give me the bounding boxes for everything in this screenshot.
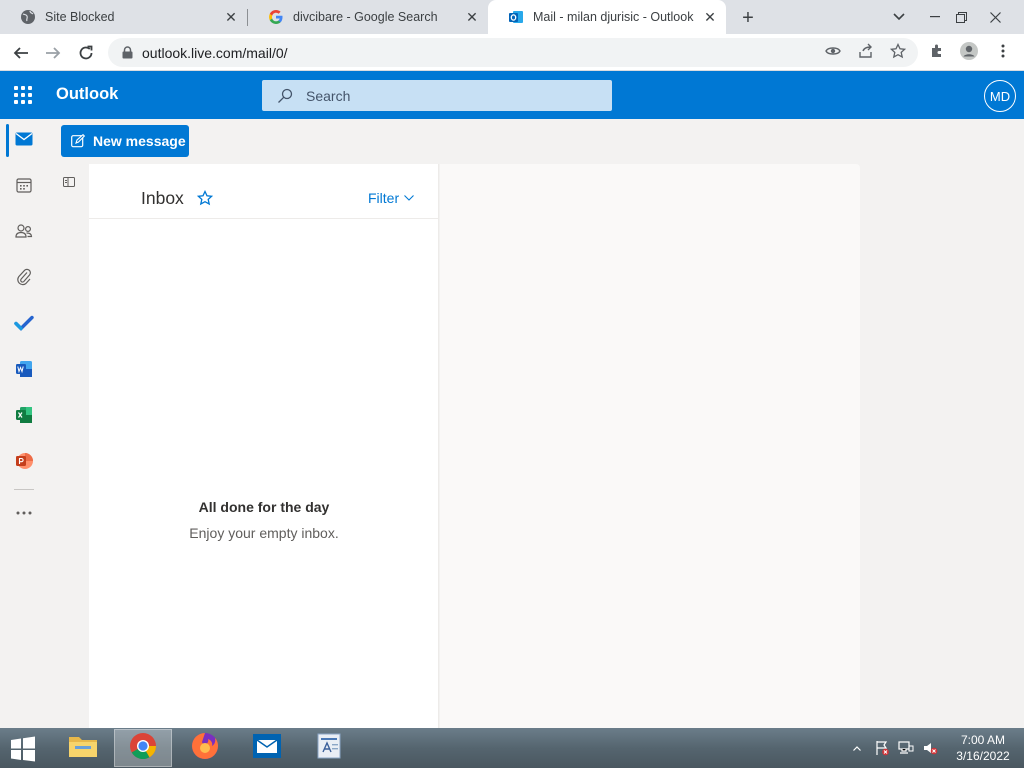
close-icon[interactable]: ✕	[464, 9, 480, 25]
taskbar-mail[interactable]	[238, 729, 296, 767]
start-button[interactable]	[8, 736, 38, 762]
rail-todo[interactable]	[0, 305, 48, 345]
windows-taskbar: 7:00 AM 3/16/2022	[0, 728, 1024, 768]
rail-word[interactable]	[0, 351, 48, 391]
browser-toolbar: outlook.live.com/mail/0/	[0, 34, 1024, 71]
taskbar-chrome[interactable]	[114, 729, 172, 767]
tab-title: Mail - milan djurisic - Outlook	[533, 10, 694, 24]
show-hidden-icons-chevron-icon[interactable]	[850, 728, 864, 768]
rail-calendar[interactable]	[0, 167, 48, 207]
search-input[interactable]	[306, 87, 596, 104]
outlook-icon	[508, 9, 524, 25]
mail-icon	[15, 132, 33, 151]
mail-app-icon	[252, 732, 282, 765]
address-bar[interactable]: outlook.live.com/mail/0/	[108, 38, 918, 67]
lock-icon[interactable]	[120, 46, 134, 60]
outlook-header: Outlook	[0, 71, 1024, 119]
clock-date: 3/16/2022	[956, 749, 1010, 763]
system-clock[interactable]: 7:00 AM 3/16/2022	[948, 732, 1018, 764]
tab-google-search[interactable]: divcibare - Google Search ✕	[248, 0, 488, 34]
wordpad-icon	[315, 732, 343, 765]
more-icon	[16, 502, 32, 520]
network-icon[interactable]	[896, 728, 916, 768]
rail-mail[interactable]	[0, 121, 48, 161]
forward-button[interactable]	[40, 40, 66, 66]
powerpoint-icon	[15, 452, 33, 475]
search-icon	[276, 87, 294, 105]
folder-title: Inbox	[141, 188, 184, 208]
word-icon	[15, 360, 33, 383]
action-center-flag-icon[interactable]	[872, 728, 892, 768]
rail-divider	[14, 489, 34, 490]
avatar[interactable]: MD	[984, 80, 1016, 112]
rail-powerpoint[interactable]	[0, 443, 48, 483]
new-tab-button[interactable]: +	[737, 7, 759, 29]
new-message-label: New message	[93, 133, 186, 149]
bookmark-star-icon[interactable]	[887, 40, 909, 62]
compose-icon	[71, 134, 85, 148]
url-text: outlook.live.com/mail/0/	[142, 44, 288, 61]
search-box[interactable]	[262, 80, 612, 111]
favorite-star-icon[interactable]	[196, 189, 214, 206]
tab-title: divcibare - Google Search	[293, 10, 438, 24]
rail-people[interactable]	[0, 213, 48, 253]
new-message-button[interactable]: New message	[61, 125, 189, 157]
restore-button[interactable]	[944, 0, 978, 34]
clock-time: 7:00 AM	[960, 733, 1006, 747]
attachment-icon	[17, 268, 31, 291]
reload-button[interactable]	[73, 40, 99, 66]
taskbar-firefox[interactable]	[176, 729, 234, 767]
filter-label: Filter	[368, 190, 400, 206]
expand-folder-pane-icon[interactable]	[63, 175, 75, 187]
menu-icon[interactable]	[992, 40, 1014, 62]
tab-title: Site Blocked	[45, 10, 115, 24]
reading-pane	[440, 164, 860, 728]
empty-state-title: All done for the day	[198, 499, 330, 515]
back-button[interactable]	[8, 40, 34, 66]
rail-more[interactable]	[0, 491, 48, 531]
excel-icon	[15, 406, 33, 429]
globe-icon	[20, 9, 36, 25]
brand-title[interactable]: Outlook	[56, 85, 118, 104]
filter-button[interactable]: Filter	[368, 190, 415, 206]
tab-search-chevron-icon[interactable]	[882, 0, 916, 34]
firefox-icon	[190, 731, 220, 766]
tab-site-blocked[interactable]: Site Blocked ✕	[0, 0, 247, 34]
chevron-down-icon	[404, 193, 415, 203]
share-icon[interactable]	[855, 40, 877, 62]
close-icon[interactable]: ✕	[223, 9, 239, 25]
todo-icon	[14, 315, 34, 336]
tab-outlook-mail[interactable]: Mail - milan djurisic - Outlook ✕	[488, 0, 726, 34]
google-icon	[268, 9, 284, 25]
message-list: Inbox Filter All done for the day Enjoy …	[89, 164, 439, 728]
people-icon	[15, 223, 33, 244]
taskbar-file-explorer[interactable]	[54, 729, 112, 767]
chrome-icon	[128, 731, 158, 766]
extensions-icon[interactable]	[926, 40, 948, 62]
empty-state-subtitle: Enjoy your empty inbox.	[189, 525, 339, 541]
profile-icon[interactable]	[958, 40, 980, 62]
message-list-header: Inbox Filter	[89, 164, 439, 219]
calendar-icon	[16, 177, 32, 198]
eye-icon[interactable]	[822, 40, 844, 62]
rail-excel[interactable]	[0, 397, 48, 437]
close-icon[interactable]: ✕	[702, 9, 718, 25]
file-explorer-icon	[67, 732, 99, 765]
app-launcher-icon[interactable]	[14, 86, 32, 104]
rail-files[interactable]	[0, 259, 48, 299]
volume-muted-icon[interactable]	[920, 728, 940, 768]
close-window-button[interactable]	[978, 0, 1012, 34]
taskbar-wordpad[interactable]	[300, 729, 358, 767]
browser-tab-strip: Site Blocked ✕ divcibare - Google Search…	[0, 0, 1024, 34]
